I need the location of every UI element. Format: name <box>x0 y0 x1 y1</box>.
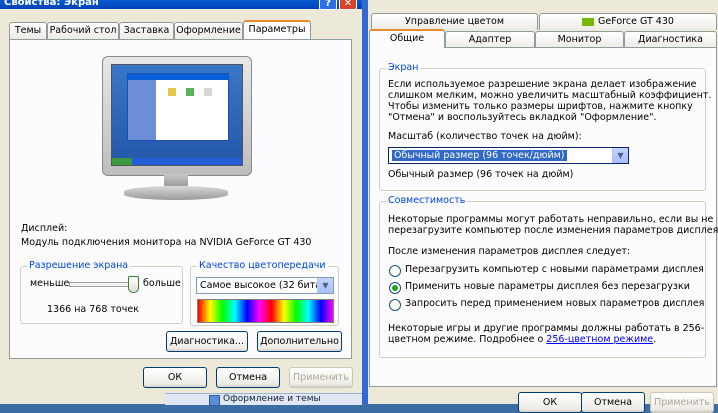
tab-monitor[interactable]: Монитор <box>535 31 624 48</box>
diagnostics-button[interactable]: Диагностика... <box>166 331 248 352</box>
note-line2: цветном режиме. Подробнее о 256-цветном … <box>388 334 656 346</box>
ask-before-apply-radio[interactable] <box>389 299 401 311</box>
left-apply-button[interactable]: Применить <box>289 367 353 388</box>
screen-text-line4: "Отмена" и воспользуйтесь вкладкой "Офор… <box>388 112 657 123</box>
display-properties-window: Свойства: Экран ? ✕ Темы Рабочий стол За… <box>0 0 362 404</box>
tab-color-management[interactable]: Управление цветом <box>371 13 538 30</box>
help-icon[interactable]: ? <box>319 0 337 10</box>
general-panel: Экран Если используемое разрешение экран… <box>369 47 718 387</box>
tab-diagnostics[interactable]: Диагностика <box>624 31 717 48</box>
nvidia-icon <box>582 17 595 26</box>
ask-option-label[interactable]: Запросить перед применением новых параме… <box>405 298 704 310</box>
tab-geforce-label: GeForce GT 430 <box>598 16 674 27</box>
scale-select[interactable]: Обычный размер (96 точек/дюйм) ▼ <box>388 147 629 164</box>
advanced-properties-window: Управление цветом GeForce GT 430 Общие А… <box>368 0 718 413</box>
color-quality-select[interactable]: Самое высокое (32 бита) ▼ <box>196 277 334 294</box>
monitor-screen <box>111 64 243 166</box>
color-quality-value: Самое высокое (32 бита) <box>200 280 325 291</box>
note-prefix: цветном режиме. Подробнее о <box>388 334 547 345</box>
monitor-illustration <box>102 56 252 201</box>
close-icon[interactable]: ✕ <box>339 0 357 10</box>
color-spectrum-bar <box>197 299 334 323</box>
256-color-link[interactable]: 256-цветном режиме <box>546 334 653 345</box>
tab-screensaver[interactable]: Заставка <box>119 22 174 39</box>
screen-group-title: Экран <box>386 62 421 74</box>
apply-without-restart-radio[interactable] <box>389 282 401 294</box>
compatibility-title: Совместимость <box>386 195 468 207</box>
taskbar-fragment: Оформление и темы <box>165 393 362 406</box>
screen-window <box>127 73 229 141</box>
advanced-button[interactable]: Дополнительно <box>257 331 342 352</box>
resolution-title: Разрешение экрана <box>27 260 131 272</box>
scale-label: Масштаб (количество точек на дюйм): <box>388 131 582 142</box>
restart-radio[interactable] <box>389 265 401 277</box>
resolution-more-label: больше <box>143 278 181 289</box>
compatibility-group: Совместимость Некоторые программы могут … <box>379 195 718 358</box>
note-suffix: . <box>653 334 657 345</box>
color-quality-title: Качество цветопередачи <box>197 260 328 272</box>
resolution-value: 1366 на 768 точек <box>47 304 139 315</box>
left-window-titlebar[interactable]: Свойства: Экран <box>0 0 362 9</box>
monitor-neck <box>164 174 188 186</box>
right-cancel-button[interactable]: Отмена <box>581 392 645 413</box>
screen-taskbar <box>112 158 242 165</box>
left-ok-button[interactable]: ОК <box>143 367 207 388</box>
monitor-stand <box>124 186 228 200</box>
display-label: Дисплей: <box>21 223 68 234</box>
apply-option-label[interactable]: Применить новые параметры дисплея без пе… <box>405 281 690 293</box>
tab-general[interactable]: Общие <box>369 29 445 48</box>
after-change-label: После изменения параметров дисплея следу… <box>388 246 631 257</box>
tab-themes[interactable]: Темы <box>9 22 47 39</box>
tab-desktop[interactable]: Рабочий стол <box>47 22 119 39</box>
chevron-down-icon[interactable]: ▼ <box>612 148 628 163</box>
tab-adapter[interactable]: Адаптер <box>445 31 535 48</box>
display-value: Модуль подключения монитора на NVIDIA Ge… <box>21 237 312 248</box>
right-apply-button[interactable]: Применить <box>650 392 714 413</box>
left-window-title: Свойства: Экран <box>4 0 99 8</box>
resolution-slider-thumb[interactable] <box>128 276 139 293</box>
chevron-down-icon[interactable]: ▼ <box>317 278 333 293</box>
taskbar-item[interactable]: Оформление и темы <box>223 393 321 405</box>
tab-appearance[interactable]: Оформление <box>174 22 243 39</box>
right-ok-button[interactable]: ОК <box>518 392 582 413</box>
color-quality-group: Качество цветопередачи Самое высокое (32… <box>190 260 339 326</box>
left-cancel-button[interactable]: Отмена <box>216 367 280 388</box>
tab-geforce[interactable]: GeForce GT 430 <box>539 13 717 30</box>
control-panel-icon <box>209 395 220 406</box>
restart-option-label[interactable]: Перезагрузить компьютер с новыми парамет… <box>405 264 704 276</box>
resolution-group: Разрешение экрана меньше больше 1366 на … <box>20 260 183 324</box>
screen-group: Экран Если используемое разрешение экран… <box>379 62 711 191</box>
resolution-less-label: меньше <box>30 278 70 289</box>
settings-panel: Дисплей: Модуль подключения монитора на … <box>9 39 352 359</box>
resolution-slider-track[interactable] <box>69 282 137 287</box>
compat-text-line2: перезагрузите компьютер после изменения … <box>388 225 718 236</box>
tab-settings[interactable]: Параметры <box>243 20 311 39</box>
scale-caption: Обычный размер (96 точек на дюйм) <box>388 169 574 180</box>
scale-select-value: Обычный размер (96 точек/дюйм) <box>392 150 567 161</box>
